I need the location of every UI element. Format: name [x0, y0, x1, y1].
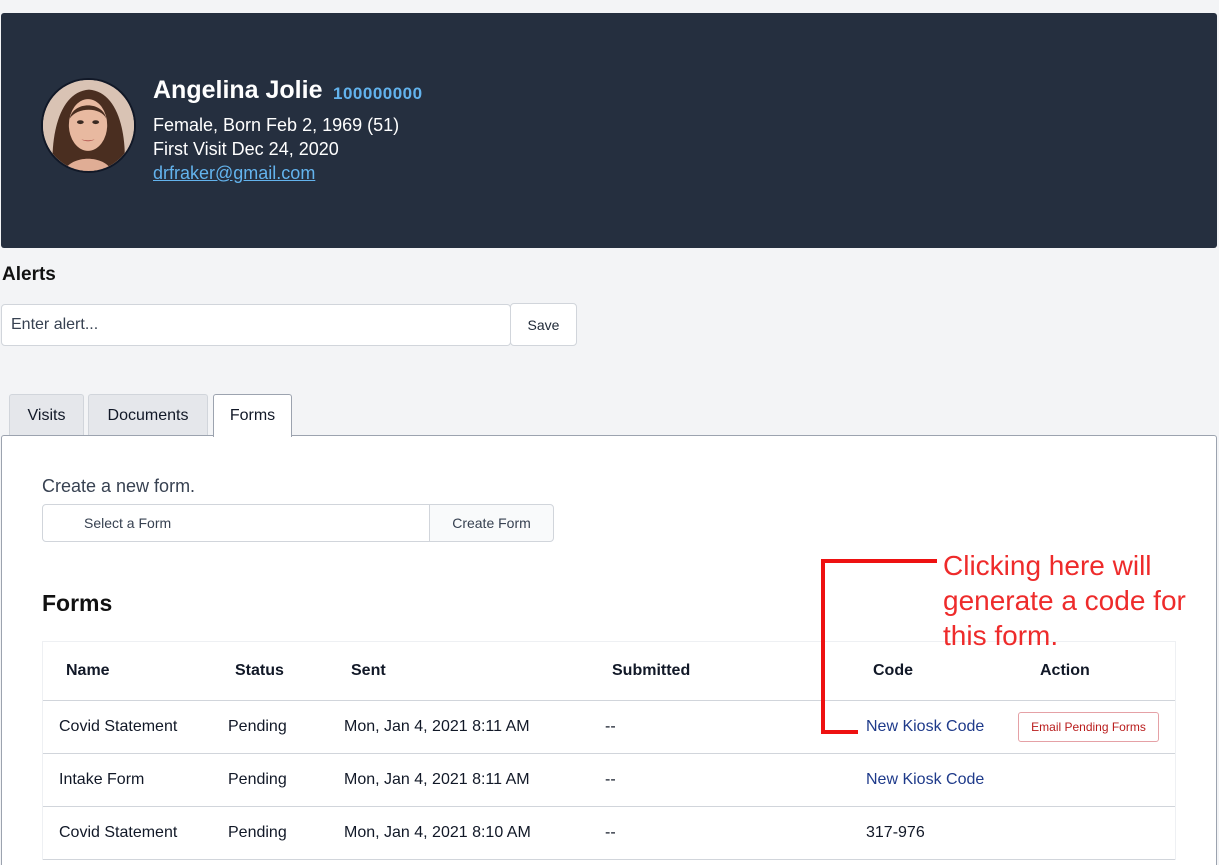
annotation-bracket-vertical: [821, 559, 825, 734]
create-form-button[interactable]: Create Form: [429, 504, 554, 542]
form-submitted: --: [605, 824, 616, 841]
patient-first-visit: First Visit Dec 24, 2020: [153, 139, 339, 159]
annotation-bracket-top: [821, 559, 937, 563]
patient-demographics: Female, Born Feb 2, 1969 (51): [153, 115, 400, 135]
table-row: Covid Statement Pending Mon, Jan 4, 2021…: [43, 701, 1175, 754]
patient-id: 100000000: [333, 84, 423, 103]
email-pending-forms-button[interactable]: Email Pending Forms: [1018, 712, 1159, 742]
alerts-title: Alerts: [2, 264, 56, 285]
column-header-sent: Sent: [351, 662, 386, 679]
column-header-name: Name: [66, 662, 110, 679]
form-name: Intake Form: [59, 771, 145, 788]
tab-forms[interactable]: Forms: [213, 394, 292, 437]
kiosk-code-value: 317-976: [866, 824, 925, 841]
new-kiosk-code-link[interactable]: New Kiosk Code: [866, 701, 984, 753]
create-form-label: Create a new form.: [42, 476, 196, 496]
tab-visits[interactable]: Visits: [9, 394, 84, 436]
annotation-bracket-bottom: [821, 730, 858, 734]
table-row: Intake Form Pending Mon, Jan 4, 2021 8:1…: [43, 754, 1175, 807]
form-status: Pending: [228, 718, 287, 735]
form-submitted: --: [605, 718, 616, 735]
form-name: Covid Statement: [59, 718, 178, 735]
patient-email-link[interactable]: drfraker@gmail.com: [153, 163, 315, 184]
forms-section-title: Forms: [42, 590, 113, 616]
form-sent: Mon, Jan 4, 2021 8:11 AM: [344, 718, 530, 735]
save-alert-button[interactable]: Save: [510, 303, 577, 346]
new-kiosk-code-link[interactable]: New Kiosk Code: [866, 754, 984, 806]
form-sent: Mon, Jan 4, 2021 8:10 AM: [344, 824, 531, 841]
patient-name: Angelina Jolie: [153, 76, 323, 104]
form-status: Pending: [228, 771, 287, 788]
form-name: Covid Statement: [59, 824, 178, 841]
alert-input[interactable]: [1, 304, 511, 346]
form-sent: Mon, Jan 4, 2021 8:11 AM: [344, 771, 530, 788]
column-header-status: Status: [235, 662, 284, 679]
tab-documents[interactable]: Documents: [88, 394, 208, 436]
annotation-text: Clicking here will generate a code for t…: [943, 550, 1186, 651]
forms-table: Name Status Sent Submitted Code Action C…: [42, 641, 1176, 860]
patient-avatar: [41, 78, 136, 173]
form-status: Pending: [228, 824, 287, 841]
form-submitted: --: [605, 771, 616, 788]
avatar-image: [43, 80, 134, 171]
form-select-dropdown[interactable]: Select a Form: [42, 504, 430, 542]
table-row: Covid Statement Pending Mon, Jan 4, 2021…: [43, 807, 1175, 860]
column-header-code: Code: [873, 662, 913, 679]
column-header-submitted: Submitted: [612, 662, 691, 679]
